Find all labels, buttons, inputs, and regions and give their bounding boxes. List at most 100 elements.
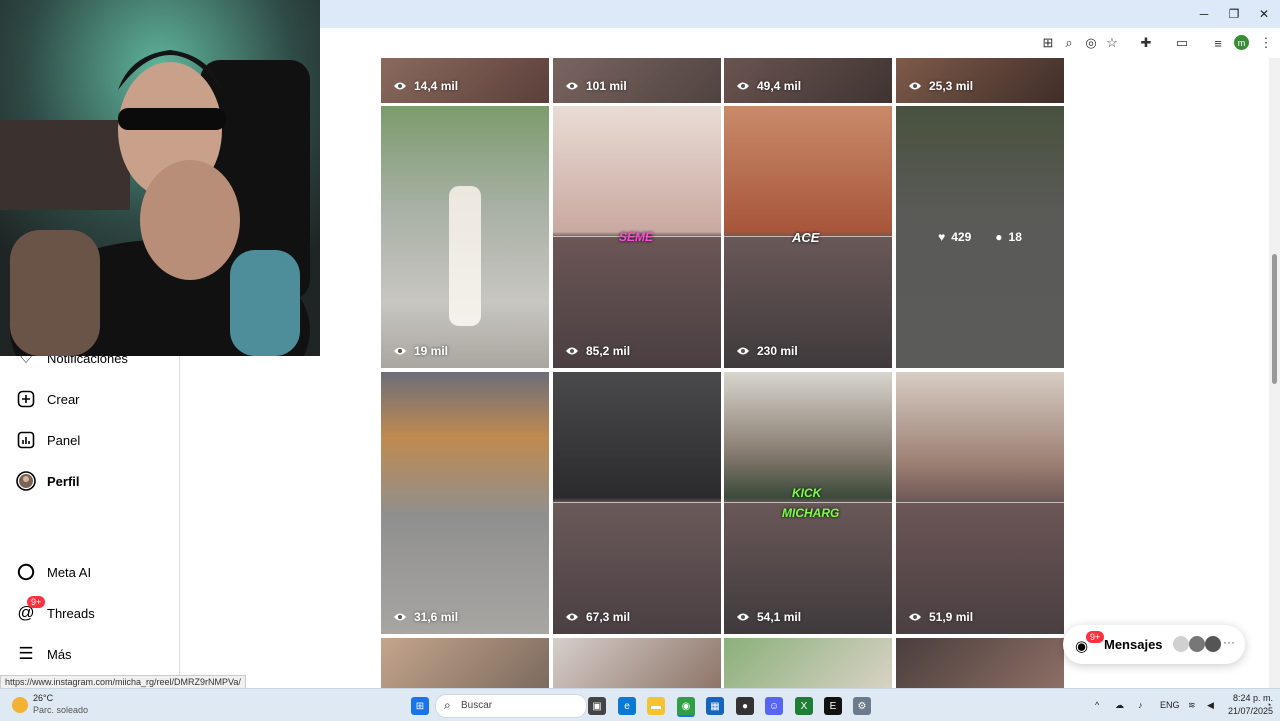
view-count: 25,3 mil xyxy=(908,79,973,93)
reel-tile[interactable]: 25,3 mil xyxy=(896,58,1064,103)
eye-icon xyxy=(737,347,749,355)
excel-icon[interactable]: X xyxy=(795,697,813,715)
weather-desc: Parc. soleado xyxy=(33,705,89,715)
discord-icon[interactable]: ☺ xyxy=(765,697,783,715)
taskbar-search[interactable]: ⌕ Buscar xyxy=(435,694,587,718)
page-scrollbar[interactable] xyxy=(1269,58,1280,688)
sidebar-item-label: Threads xyxy=(47,605,95,621)
view-count: 19 mil xyxy=(393,344,448,358)
reel-tile-hovered[interactable]: ♥ 429 ● 18 xyxy=(896,106,1064,368)
windows-start-icon[interactable]: ⊞ xyxy=(411,697,429,715)
overlay-text: KICK xyxy=(792,486,822,500)
more-dots-icon: ··· xyxy=(1223,635,1235,649)
taskbar: 26°C Parc. soleado ⊞ ⌕ Buscar ▣ e ▬ ◉ ▦ … xyxy=(0,688,1280,721)
reel-tile[interactable] xyxy=(724,638,892,688)
reel-tile[interactable]: 101 mil xyxy=(553,58,721,103)
view-count: 49,4 mil xyxy=(736,79,801,93)
obs-icon[interactable]: ● xyxy=(736,697,754,715)
sidebar-item-create[interactable]: Crear xyxy=(16,387,80,411)
eye-icon xyxy=(737,613,749,621)
reel-tile[interactable]: 31,6 mil xyxy=(381,372,549,634)
messages-button[interactable]: ◉ 9+ Mensajes ··· xyxy=(1063,625,1245,664)
eye-off-icon[interactable]: ◎ xyxy=(1083,35,1099,51)
reel-tile[interactable]: 51,9 mil xyxy=(896,372,1064,634)
eye-icon xyxy=(394,613,406,621)
reel-tile[interactable] xyxy=(553,638,721,688)
avatar xyxy=(1205,636,1221,652)
eye-icon xyxy=(394,347,406,355)
star-icon[interactable]: ☆ xyxy=(1104,35,1120,51)
tray-chevron-icon[interactable]: ^ xyxy=(1095,700,1099,710)
split-divider xyxy=(553,502,721,503)
network-icon[interactable]: ☁ xyxy=(1115,700,1124,711)
view-count: 67,3 mil xyxy=(565,610,630,624)
reel-tile[interactable]: 67,3 mil xyxy=(553,372,721,634)
microphone-icon[interactable]: ♪ xyxy=(1138,700,1143,710)
menu-dots-icon[interactable]: ⋮ xyxy=(1258,35,1274,51)
messages-label: Mensajes xyxy=(1104,637,1163,652)
scrollbar-thumb[interactable] xyxy=(1272,254,1277,384)
avatar xyxy=(1173,636,1189,652)
install-app-icon[interactable]: ⊞ xyxy=(1040,35,1056,51)
edge-icon[interactable]: e xyxy=(618,697,636,715)
reel-tile[interactable]: KICK MICHARG 54,1 mil xyxy=(724,372,892,634)
reel-tile[interactable]: 14,4 mil xyxy=(381,58,549,103)
reel-tile[interactable] xyxy=(896,638,1064,688)
minimize-button[interactable]: ─ xyxy=(1188,0,1220,28)
file-explorer-icon[interactable]: ▬ xyxy=(647,697,665,715)
epic-games-icon[interactable]: E xyxy=(824,697,842,715)
eye-icon xyxy=(566,82,578,90)
overlay-text: ACE xyxy=(792,230,820,245)
sidebar-item-more[interactable]: ☰ Más xyxy=(16,642,72,666)
reel-tile[interactable]: 19 mil xyxy=(381,106,549,368)
threads-badge: 9+ xyxy=(27,596,46,608)
eye-icon xyxy=(737,82,749,90)
volume-icon[interactable]: ◀ xyxy=(1207,700,1214,711)
cast-icon[interactable]: ▭ xyxy=(1174,35,1190,51)
sidebar-item-label: Crear xyxy=(47,391,80,407)
chrome-icon[interactable]: ◉ xyxy=(677,697,695,717)
language-indicator[interactable]: ENG xyxy=(1160,700,1180,710)
sidebar-item-threads[interactable]: @ Threads 9+ xyxy=(16,596,95,625)
task-view-icon[interactable]: ▣ xyxy=(588,697,606,715)
reel-tile[interactable]: SEME 85,2 mil xyxy=(553,106,721,368)
webcam-overlay xyxy=(0,0,320,356)
split-divider xyxy=(724,502,892,503)
profile-avatar[interactable]: m xyxy=(1234,35,1249,50)
sidebar-item-profile[interactable]: Perfil xyxy=(16,469,80,493)
messages-badge: 9+ xyxy=(1086,631,1105,643)
engagement-stats: ♥ 429 ● 18 xyxy=(938,230,1022,244)
media-control-icon[interactable]: ≡ xyxy=(1210,35,1226,51)
eye-icon xyxy=(394,82,406,90)
restore-button[interactable]: ❐ xyxy=(1218,0,1250,28)
view-count: 230 mil xyxy=(736,344,798,358)
eye-icon xyxy=(909,82,921,90)
settings-icon[interactable]: ⚙ xyxy=(853,697,871,715)
sidebar-item-label: Meta AI xyxy=(47,564,92,580)
meta-ai-icon xyxy=(16,562,36,582)
reel-tile[interactable]: ACE 230 mil xyxy=(724,106,892,368)
profile-avatar-icon xyxy=(16,471,36,491)
sidebar-item-meta-ai[interactable]: Meta AI xyxy=(16,560,91,584)
reel-tile[interactable] xyxy=(381,638,549,688)
zoom-icon[interactable]: ⌕ xyxy=(1061,35,1077,51)
view-count: 31,6 mil xyxy=(393,610,458,624)
extensions-icon[interactable]: ✚ xyxy=(1138,35,1154,51)
split-divider xyxy=(896,502,1064,503)
view-count: 14,4 mil xyxy=(393,79,458,93)
notification-bell-icon[interactable]: ◔ xyxy=(1266,700,1271,710)
heart-icon: ♥ xyxy=(938,230,946,244)
hamburger-icon: ☰ xyxy=(18,644,34,663)
dashboard-icon xyxy=(16,430,36,450)
sidebar-item-label: Más xyxy=(47,646,72,662)
plus-square-icon xyxy=(16,389,36,409)
wifi-icon[interactable]: ≋ xyxy=(1188,700,1196,711)
weather-temp: 26°C xyxy=(33,693,54,703)
overlay-text: MICHARG xyxy=(782,506,840,520)
reel-tile[interactable]: 49,4 mil xyxy=(724,58,892,103)
store-icon[interactable]: ▦ xyxy=(706,697,724,715)
close-button[interactable]: ✕ xyxy=(1248,0,1280,28)
sidebar-item-panel[interactable]: Panel xyxy=(16,428,80,452)
sidebar-item-label: Perfil xyxy=(47,473,80,489)
view-count: 54,1 mil xyxy=(736,610,801,624)
